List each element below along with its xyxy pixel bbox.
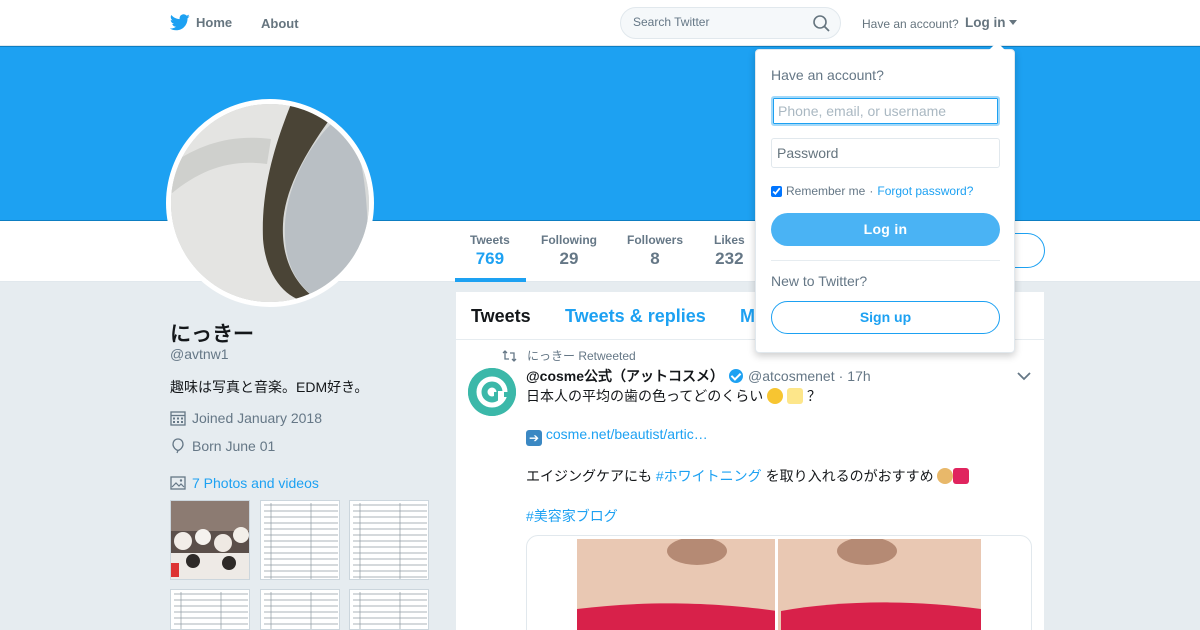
heart-emoji-icon <box>953 468 970 484</box>
retweet-icon <box>502 349 517 362</box>
photo-thumbnail[interactable] <box>260 589 340 630</box>
photo-thumbnail[interactable] <box>349 500 429 580</box>
username-input[interactable] <box>771 96 1000 126</box>
photo-thumbnail[interactable] <box>349 589 429 630</box>
table-photo-icon <box>264 503 338 579</box>
tweet-dot: · <box>838 368 844 384</box>
stat-likes[interactable]: Likes 232 <box>714 233 745 269</box>
photo-thumbnail[interactable] <box>260 500 340 580</box>
photos-link-label: 7 Photos and videos <box>192 475 319 491</box>
login-dropdown: Have an account? Remember me · Forgot pa… <box>755 42 1015 353</box>
photos-videos-link[interactable]: 7 Photos and videos <box>170 475 319 491</box>
separator-dot: · <box>869 184 874 198</box>
search-box[interactable] <box>620 7 841 39</box>
stat-label: Following <box>541 233 597 247</box>
chevron-down-icon <box>1008 20 1017 25</box>
profile-handle: @avtnw1 <box>170 346 229 362</box>
tweet-author-avatar[interactable] <box>468 368 516 416</box>
photo-thumbnail[interactable] <box>170 589 250 630</box>
calendar-icon <box>170 411 186 426</box>
tweet-line-3: エイジングケアにも #ホワイトニング を取り入れるのがおすすめ <box>526 466 970 486</box>
tweet-media[interactable] <box>526 535 1032 630</box>
search-input[interactable] <box>633 15 808 29</box>
grimace-emoji-icon <box>767 388 784 404</box>
tweet-line-4: #美容家ブログ <box>526 506 618 526</box>
joined-text: Joined January 2018 <box>192 410 322 426</box>
signup-button[interactable]: Sign up <box>771 301 1000 334</box>
tweet-text: エイジングケアにも <box>526 468 656 484</box>
profile-bio: 趣味は写真と音楽。EDM好き。 <box>170 379 369 395</box>
chevron-down-icon[interactable] <box>1017 372 1031 381</box>
table-photo-icon <box>264 592 338 629</box>
sparkle-emoji-icon <box>787 388 804 404</box>
retweet-context: にっきー Retweeted <box>502 347 636 364</box>
tab-media[interactable]: M <box>740 306 755 327</box>
table-photo-icon <box>174 592 248 629</box>
new-to-twitter-text: New to Twitter? <box>771 273 868 289</box>
stat-value: 29 <box>559 249 579 268</box>
stat-label: Tweets <box>470 233 510 247</box>
login-button[interactable]: Log in <box>771 213 1000 246</box>
tab-tweets-replies[interactable]: Tweets & replies <box>565 306 706 327</box>
profile-avatar[interactable] <box>166 99 374 307</box>
divider <box>771 260 1000 261</box>
forgot-password-link[interactable]: Forgot password? <box>877 184 973 198</box>
tab-tweets[interactable]: Tweets <box>471 306 531 327</box>
avatar-photo-icon <box>171 104 369 302</box>
stat-tweets[interactable]: Tweets 769 <box>470 233 510 269</box>
tweet-line-2: ➔ cosme.net/beautist/artic… <box>526 426 708 446</box>
login-dropdown-toggle[interactable]: Log in <box>965 15 1017 30</box>
tweet-text: 日本人の平均の歯の色ってどのくらい <box>526 388 764 404</box>
twitter-bird-icon <box>170 14 190 31</box>
stat-following[interactable]: Following 29 <box>541 233 597 269</box>
crowd-photo-icon <box>171 501 249 579</box>
remember-me-label[interactable]: Remember me <box>786 184 865 198</box>
tweet-author-handle[interactable]: @atcosmenet <box>748 368 835 384</box>
photo-thumbnail[interactable] <box>170 500 250 580</box>
tweet-header: @cosme公式（アットコスメ） @atcosmenet · 17h <box>526 366 871 386</box>
active-tab-underline <box>455 278 526 282</box>
profile-joined: Joined January 2018 <box>170 410 322 426</box>
table-photo-icon <box>353 503 427 579</box>
remember-row: Remember me · Forgot password? <box>771 184 973 198</box>
password-input[interactable] <box>771 138 1000 168</box>
stat-value: 769 <box>475 249 505 268</box>
woman-emoji-icon <box>937 468 954 484</box>
tweet-link[interactable]: cosme.net/beautist/artic… <box>546 426 708 442</box>
teeth-comparison-photo-icon <box>577 539 981 630</box>
avatar-image <box>171 104 369 302</box>
table-photo-icon <box>353 592 427 629</box>
verified-badge-icon <box>729 369 744 383</box>
dropdown-arrow <box>989 42 1005 50</box>
login-link-label: Log in <box>965 15 1006 30</box>
tweet-author-name[interactable]: @cosme公式（アットコスメ） <box>526 366 724 386</box>
arrow-right-emoji-icon: ➔ <box>526 430 542 446</box>
search-icon[interactable] <box>813 15 830 32</box>
remember-me-checkbox[interactable] <box>771 185 782 197</box>
stat-value: 8 <box>650 249 660 268</box>
retweet-by-text[interactable]: にっきー Retweeted <box>527 347 636 364</box>
balloon-icon <box>172 438 184 454</box>
hashtag-link[interactable]: #美容家ブログ <box>526 508 618 524</box>
tweet-time[interactable]: 17h <box>847 368 870 384</box>
stat-followers[interactable]: Followers 8 <box>627 233 683 269</box>
stat-value: 232 <box>715 249 744 268</box>
nav-about-link[interactable]: About <box>261 16 299 31</box>
profile-name: にっきー <box>170 323 254 346</box>
nav-home-link[interactable]: Home <box>170 14 232 31</box>
profile-born: Born June 01 <box>170 438 275 454</box>
cosme-logo-icon <box>468 368 516 416</box>
tweet-text: を取り入れるのがおすすめ <box>761 468 934 484</box>
have-account-text: Have an account? <box>862 17 959 31</box>
stat-label: Likes <box>714 233 745 247</box>
born-text: Born June 01 <box>192 438 276 454</box>
login-dropdown-title: Have an account? <box>771 67 884 83</box>
stat-label: Followers <box>627 233 684 247</box>
top-nav: Home About Have an account? Log in <box>0 0 1200 46</box>
photo-icon <box>170 476 186 490</box>
nav-home-label: Home <box>196 15 233 30</box>
tweet-line-1: 日本人の平均の歯の色ってどのくらい ？ <box>526 386 821 406</box>
hashtag-link[interactable]: #ホワイトニング <box>656 468 762 484</box>
tweet-text-end: ？ <box>806 388 821 404</box>
